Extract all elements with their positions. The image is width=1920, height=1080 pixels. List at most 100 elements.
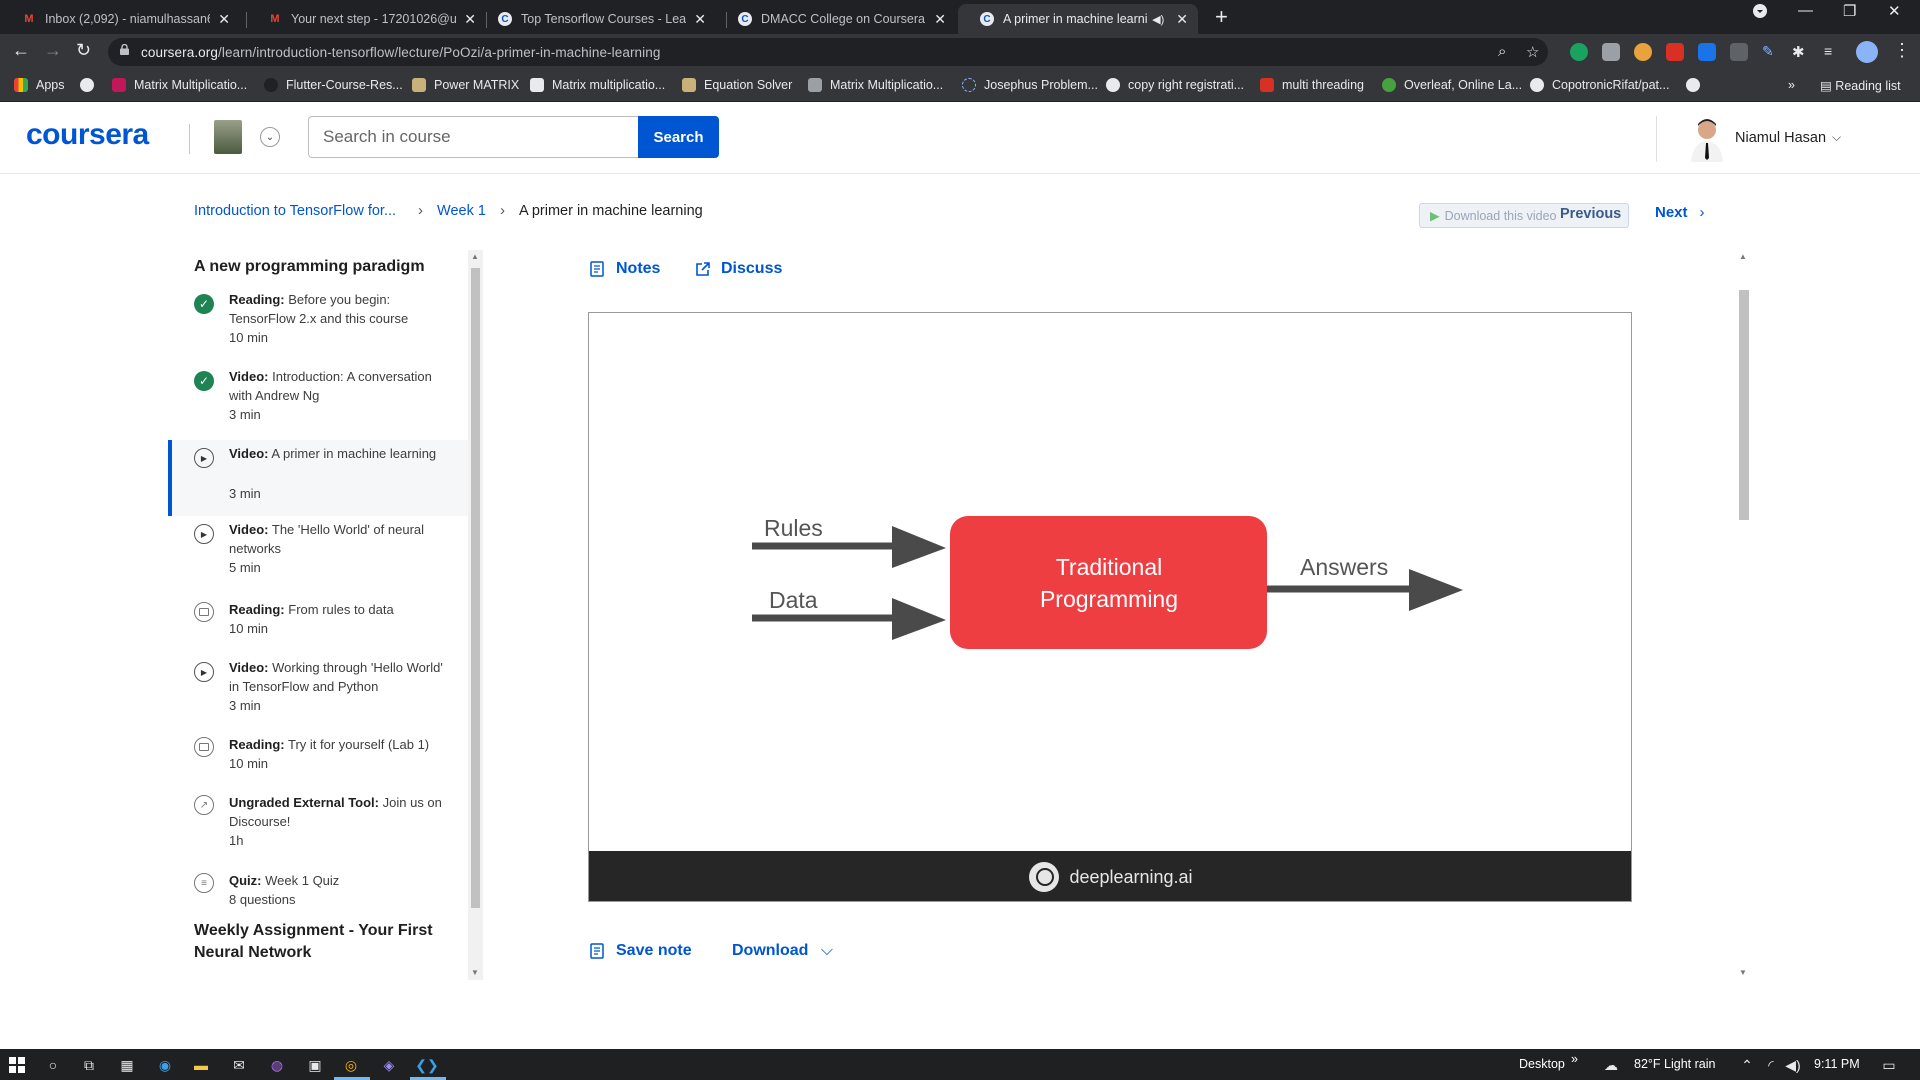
wifi-icon[interactable]: ◜	[1762, 1056, 1780, 1074]
bookmark-item[interactable]: Matrix multiplicatio...	[530, 78, 665, 92]
main-scrollbar[interactable]: ▲ ▼	[1736, 250, 1751, 980]
close-icon[interactable]: ✕	[694, 11, 706, 28]
chevron-down-icon[interactable]: ⌵	[1832, 130, 1841, 145]
cloud-rain-icon[interactable]: ☁	[1602, 1056, 1620, 1074]
search-button[interactable]: Search	[638, 116, 719, 158]
sidebar-item[interactable]: ✓ Video: Introduction: A conversation wi…	[168, 367, 468, 429]
bookmark-item[interactable]: Power MATRIX	[412, 78, 519, 92]
tab-tensorflow-courses[interactable]: C Top Tensorflow Courses - Learn T ✕	[476, 4, 716, 34]
bookmark-item[interactable]: copy right registrati...	[1106, 78, 1244, 92]
downloader-extension-icon[interactable]	[1698, 43, 1716, 61]
stats-extension-icon[interactable]	[1666, 43, 1684, 61]
window-close-icon[interactable]: ✕	[1888, 2, 1901, 20]
media-control-icon[interactable]: ≡	[1824, 43, 1842, 61]
close-icon[interactable]: ✕	[218, 11, 230, 28]
notes-button[interactable]: Notes	[590, 260, 660, 278]
sidebar-item[interactable]: Reading: Try it for yourself (Lab 1) 10 …	[168, 735, 468, 779]
zoom-icon[interactable]: ⌕	[1498, 43, 1506, 60]
camera-extension-icon[interactable]	[1602, 43, 1620, 61]
coursera-logo[interactable]: coursera	[26, 118, 149, 152]
sidebar-item[interactable]: ↗ Ungraded External Tool: Join us on Dis…	[168, 793, 468, 855]
grammarly-extension-icon[interactable]	[1570, 43, 1588, 61]
bookmark-item[interactable]: Matrix Multiplicatio...	[808, 78, 943, 92]
tab-dmacc[interactable]: C DMACC College on Coursera | Co ✕	[716, 4, 956, 34]
bookmark-item[interactable]: Flutter-Course-Res...	[264, 78, 403, 92]
forward-icon[interactable]: →	[44, 40, 62, 61]
profile-avatar[interactable]	[1856, 41, 1878, 63]
bookmark-item[interactable]: Josephus Problem...	[962, 78, 1098, 92]
sidebar-item[interactable]: ▶ Video: Working through 'Hello World' i…	[168, 658, 468, 720]
tab-gmail-next-step[interactable]: M Your next step - 17201026@uap- ✕	[246, 4, 486, 34]
sidebar-item-active[interactable]: ▶ Video: A primer in machine learning 3 …	[168, 440, 468, 516]
file-explorer-icon[interactable]: ▬	[192, 1056, 210, 1074]
bookmark-item[interactable]	[80, 78, 102, 92]
close-icon[interactable]: ✕	[934, 11, 946, 28]
new-tab-button[interactable]: +	[1215, 4, 1228, 30]
course-thumbnail[interactable]	[214, 120, 242, 154]
mail-icon[interactable]: ✉	[230, 1056, 248, 1074]
tab-gmail-inbox[interactable]: M Inbox (2,092) - niamulhassan64@ ✕	[0, 4, 240, 34]
bookmark-item[interactable]	[1686, 78, 1708, 92]
windows-start-icon[interactable]	[8, 1056, 26, 1074]
next-button[interactable]: Next ›	[1655, 204, 1705, 221]
reading-list-button[interactable]: ▤ Reading list	[1820, 78, 1901, 93]
video-player[interactable]: Rules Data Traditional Programming Answe…	[588, 312, 1632, 902]
sidebar-scrollbar[interactable]: ▲ ▼	[468, 250, 483, 980]
bookmark-item[interactable]: CopotronicRifat/pat...	[1530, 78, 1669, 92]
messenger-icon[interactable]: ◍	[268, 1056, 286, 1074]
volume-icon[interactable]: ◀)	[1784, 1056, 1802, 1074]
chevron-up-icon[interactable]: ⌃	[1738, 1056, 1756, 1074]
weather-text[interactable]: 82°F Light rain	[1634, 1057, 1715, 1071]
search-input[interactable]: Search in course	[308, 116, 638, 158]
cookie-extension-icon[interactable]	[1634, 43, 1652, 61]
edge-icon[interactable]: ◉	[156, 1056, 174, 1074]
bookmark-item[interactable]: Equation Solver	[682, 78, 792, 92]
reload-icon[interactable]: ↻	[76, 40, 91, 61]
scrollbar-thumb[interactable]	[1739, 290, 1749, 520]
discuss-button[interactable]: Discuss	[695, 260, 782, 278]
desktop-toolbar-label[interactable]: Desktop	[1519, 1057, 1565, 1071]
close-icon[interactable]: ✕	[464, 11, 476, 28]
pen-extension-icon[interactable]: ✎	[1762, 43, 1780, 61]
extensions-puzzle-icon[interactable]: ✱	[1792, 43, 1810, 61]
bookmark-apps[interactable]: Apps	[14, 78, 65, 92]
user-name[interactable]: Niamul Hasan	[1735, 130, 1826, 146]
scroll-down-icon[interactable]: ▼	[1739, 968, 1747, 977]
task-view-icon[interactable]: ⧉	[80, 1056, 98, 1074]
sidebar-item[interactable]: Reading: From rules to data 10 min	[168, 600, 468, 644]
chevron-down-icon[interactable]: ⌄	[260, 127, 280, 147]
breadcrumb-course[interactable]: Introduction to TensorFlow for...	[194, 203, 396, 219]
back-icon[interactable]: ←	[12, 40, 30, 61]
sidebar-item[interactable]: ≡ Quiz: Week 1 Quiz 8 questions	[168, 871, 468, 915]
module-title[interactable]: Weekly Assignment - Your First Neural Ne…	[194, 920, 454, 964]
calculator-icon[interactable]: ▦	[118, 1056, 136, 1074]
scroll-down-icon[interactable]: ▼	[471, 968, 479, 977]
bookmark-star-icon[interactable]: ☆	[1526, 43, 1539, 61]
scroll-up-icon[interactable]: ▲	[471, 252, 479, 261]
address-bar[interactable]: coursera.org/learn/introduction-tensorfl…	[108, 38, 1548, 66]
menu-kebab-icon[interactable]: ⋮	[1893, 40, 1911, 61]
speaker-icon[interactable]: ◀)	[1152, 13, 1164, 26]
notification-icon[interactable]: ▭	[1880, 1056, 1898, 1074]
close-icon[interactable]: ✕	[1176, 11, 1188, 28]
sidebar-item[interactable]: ✓ Reading: Before you begin: TensorFlow …	[168, 290, 468, 352]
save-note-button[interactable]: Save note	[590, 942, 692, 960]
chevron-double-right-icon[interactable]: »	[1571, 1052, 1578, 1066]
previous-button[interactable]: Previous	[1560, 206, 1621, 222]
user-avatar[interactable]	[1687, 116, 1727, 162]
breadcrumb-week[interactable]: Week 1	[437, 203, 486, 219]
bookmarks-overflow[interactable]: »	[1788, 78, 1795, 92]
minimize-icon[interactable]: —	[1798, 2, 1813, 19]
download-dropdown[interactable]: Download ⌵	[732, 942, 833, 960]
sidebar-item[interactable]: ▶ Video: The 'Hello World' of neural net…	[168, 520, 468, 582]
search-circle-icon[interactable]: ○	[44, 1056, 62, 1074]
chrome-icon[interactable]: ◎	[342, 1056, 360, 1074]
bookmark-item[interactable]: Matrix Multiplicatio...	[112, 78, 247, 92]
app-icon[interactable]: ▣	[306, 1056, 324, 1074]
bookmark-item[interactable]: multi threading	[1260, 78, 1364, 92]
restore-icon[interactable]: ❐	[1843, 2, 1856, 20]
tab-primer-active[interactable]: C A primer in machine learning ◀) ✕	[958, 4, 1198, 34]
scroll-up-icon[interactable]: ▲	[1739, 252, 1747, 261]
scrollbar-thumb[interactable]	[471, 268, 480, 908]
bookmark-item[interactable]: Overleaf, Online La...	[1382, 78, 1522, 92]
